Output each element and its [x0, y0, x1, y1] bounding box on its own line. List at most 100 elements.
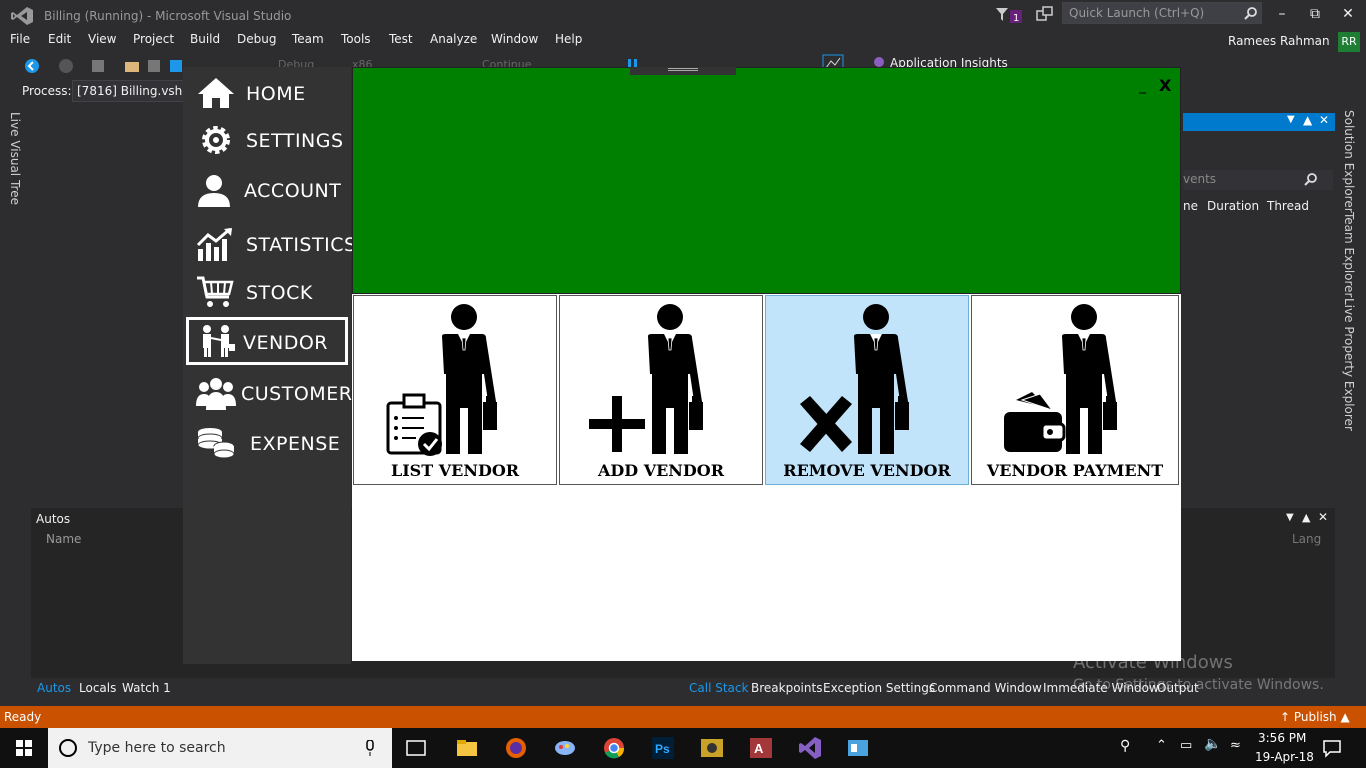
- tab-watch-1[interactable]: Watch 1: [122, 681, 171, 695]
- feedback-icon[interactable]: [1036, 6, 1054, 22]
- firefox-icon[interactable]: [504, 736, 528, 760]
- handshake-icon: [203, 325, 235, 357]
- app-minimize-button[interactable]: _: [1139, 78, 1151, 94]
- menu-tools[interactable]: Tools: [341, 32, 371, 46]
- nav-label: SETTINGS: [246, 130, 344, 152]
- pin-icon[interactable]: ▲: [1302, 511, 1310, 524]
- live-property-explorer-tab[interactable]: Live Property Explorer: [1342, 298, 1356, 431]
- autos-name-column[interactable]: Name: [46, 532, 81, 546]
- nav-expense[interactable]: EXPENSE: [186, 420, 348, 466]
- dropdown-icon[interactable]: ▼: [1286, 512, 1294, 523]
- save-icon[interactable]: [146, 58, 162, 74]
- menu-test[interactable]: Test: [389, 32, 413, 46]
- close-panel-icon[interactable]: ✕: [1318, 510, 1328, 524]
- menu-build[interactable]: Build: [190, 32, 220, 46]
- new-item-icon[interactable]: [90, 58, 106, 74]
- tile-add-vendor[interactable]: ADD VENDOR: [559, 295, 763, 485]
- user-icon: [198, 175, 230, 207]
- nav-vendor[interactable]: VENDOR: [186, 317, 348, 365]
- plus-icon: [589, 396, 645, 452]
- microphone-icon[interactable]: [364, 740, 376, 756]
- task-view-icon[interactable]: [404, 736, 428, 760]
- windows-start-icon[interactable]: [0, 728, 48, 768]
- wifi-icon[interactable]: ≈: [1230, 738, 1241, 753]
- menu-analyze[interactable]: Analyze: [430, 32, 477, 46]
- tab-autos[interactable]: Autos: [37, 681, 71, 695]
- column-duration[interactable]: Duration: [1207, 199, 1259, 213]
- tile-remove-vendor[interactable]: REMOVE VENDOR: [765, 295, 969, 485]
- search-icon[interactable]: [1244, 6, 1258, 20]
- chevron-up-icon[interactable]: ⌃: [1156, 738, 1167, 753]
- restore-window-button[interactable]: ⧉: [1301, 4, 1329, 24]
- visual-studio-icon[interactable]: [798, 736, 822, 760]
- activate-windows-subtitle: Go to Settings to activate Windows.: [1073, 677, 1324, 693]
- team-explorer-tab[interactable]: Team Explorer: [1342, 212, 1356, 298]
- clock-time[interactable]: 3:56 PM: [1258, 731, 1306, 745]
- menu-team[interactable]: Team: [292, 32, 324, 46]
- menu-help[interactable]: Help: [555, 32, 582, 46]
- nav-account[interactable]: ACCOUNT: [186, 167, 348, 213]
- minimize-window-button[interactable]: –: [1268, 4, 1296, 24]
- save-all-icon[interactable]: [168, 58, 184, 74]
- menu-file[interactable]: File: [10, 32, 30, 46]
- nav-label: STATISTICS: [246, 234, 357, 256]
- live-visual-tree-tab[interactable]: Live Visual Tree: [8, 112, 22, 205]
- tab-locals[interactable]: Locals: [79, 681, 116, 695]
- pin-icon[interactable]: ▲: [1303, 113, 1312, 127]
- paint-icon[interactable]: [553, 736, 577, 760]
- battery-icon[interactable]: ▭: [1180, 738, 1192, 753]
- dropdown-icon[interactable]: ▼: [1287, 114, 1295, 125]
- search-icon[interactable]: [1304, 172, 1318, 186]
- game-app-icon[interactable]: [700, 736, 724, 760]
- menu-view[interactable]: View: [88, 32, 116, 46]
- close-window-button[interactable]: ✕: [1334, 4, 1362, 24]
- back-icon[interactable]: [24, 58, 40, 74]
- nav-home[interactable]: HOME: [186, 70, 348, 116]
- menu-edit[interactable]: Edit: [48, 32, 71, 46]
- menu-window[interactable]: Window: [491, 32, 538, 46]
- nav-stock[interactable]: STOCK: [186, 269, 348, 315]
- drag-handle[interactable]: [630, 67, 736, 75]
- column-name[interactable]: ne: [1183, 199, 1198, 213]
- tab-command-window[interactable]: Command Window: [929, 681, 1042, 695]
- user-avatar[interactable]: RR: [1338, 32, 1360, 52]
- open-folder-icon[interactable]: [124, 58, 140, 74]
- forward-icon[interactable]: [58, 58, 74, 74]
- menu-project[interactable]: Project: [133, 32, 174, 46]
- tile-vendor-payment[interactable]: VENDOR PAYMENT: [971, 295, 1179, 485]
- column-thread[interactable]: Thread: [1267, 199, 1309, 213]
- app-close-button[interactable]: X: [1159, 76, 1171, 95]
- process-dropdown[interactable]: [7816] Billing.vshost.: [72, 80, 184, 102]
- nav-statistics[interactable]: STATISTICS: [186, 221, 356, 267]
- home-icon: [198, 78, 234, 108]
- billing-app-icon[interactable]: [846, 736, 870, 760]
- action-center-icon[interactable]: [1322, 738, 1342, 758]
- tab-call-stack[interactable]: Call Stack: [689, 681, 748, 695]
- vendor-person-icon: [589, 304, 703, 454]
- solution-explorer-tab[interactable]: Solution Explorer: [1342, 110, 1356, 213]
- tab-breakpoints[interactable]: Breakpoints: [751, 681, 822, 695]
- tile-list-vendor[interactable]: LIST VENDOR: [353, 295, 557, 485]
- file-explorer-icon[interactable]: [455, 736, 479, 760]
- notifications-flag-icon[interactable]: 1: [994, 6, 1024, 24]
- nav-label: EXPENSE: [250, 433, 341, 455]
- cortana-icon: [59, 739, 77, 757]
- clock-date[interactable]: 19-Apr-18: [1255, 750, 1314, 764]
- language-column[interactable]: Lang: [1292, 532, 1321, 546]
- chrome-icon[interactable]: [602, 736, 626, 760]
- people-icon[interactable]: ⚲: [1120, 738, 1130, 754]
- photoshop-icon[interactable]: Ps: [651, 736, 675, 760]
- publish-button[interactable]: ↑ Publish ▲: [1280, 710, 1350, 724]
- access-icon[interactable]: A: [749, 736, 773, 760]
- svg-text:A: A: [754, 741, 764, 756]
- status-text: Ready: [4, 710, 42, 724]
- tab-exception-settings[interactable]: Exception Settings: [823, 681, 935, 695]
- nav-settings[interactable]: SETTINGS: [186, 117, 348, 163]
- volume-icon[interactable]: 🔈: [1204, 736, 1221, 752]
- autos-title: Autos: [36, 512, 71, 526]
- menu-debug[interactable]: Debug: [237, 32, 276, 46]
- close-panel-icon[interactable]: ✕: [1319, 113, 1329, 127]
- quick-launch-input[interactable]: Quick Launch (Ctrl+Q): [1062, 2, 1262, 24]
- user-name[interactable]: Ramees Rahman: [1228, 34, 1330, 48]
- nav-customer[interactable]: CUSTOMER: [186, 370, 352, 416]
